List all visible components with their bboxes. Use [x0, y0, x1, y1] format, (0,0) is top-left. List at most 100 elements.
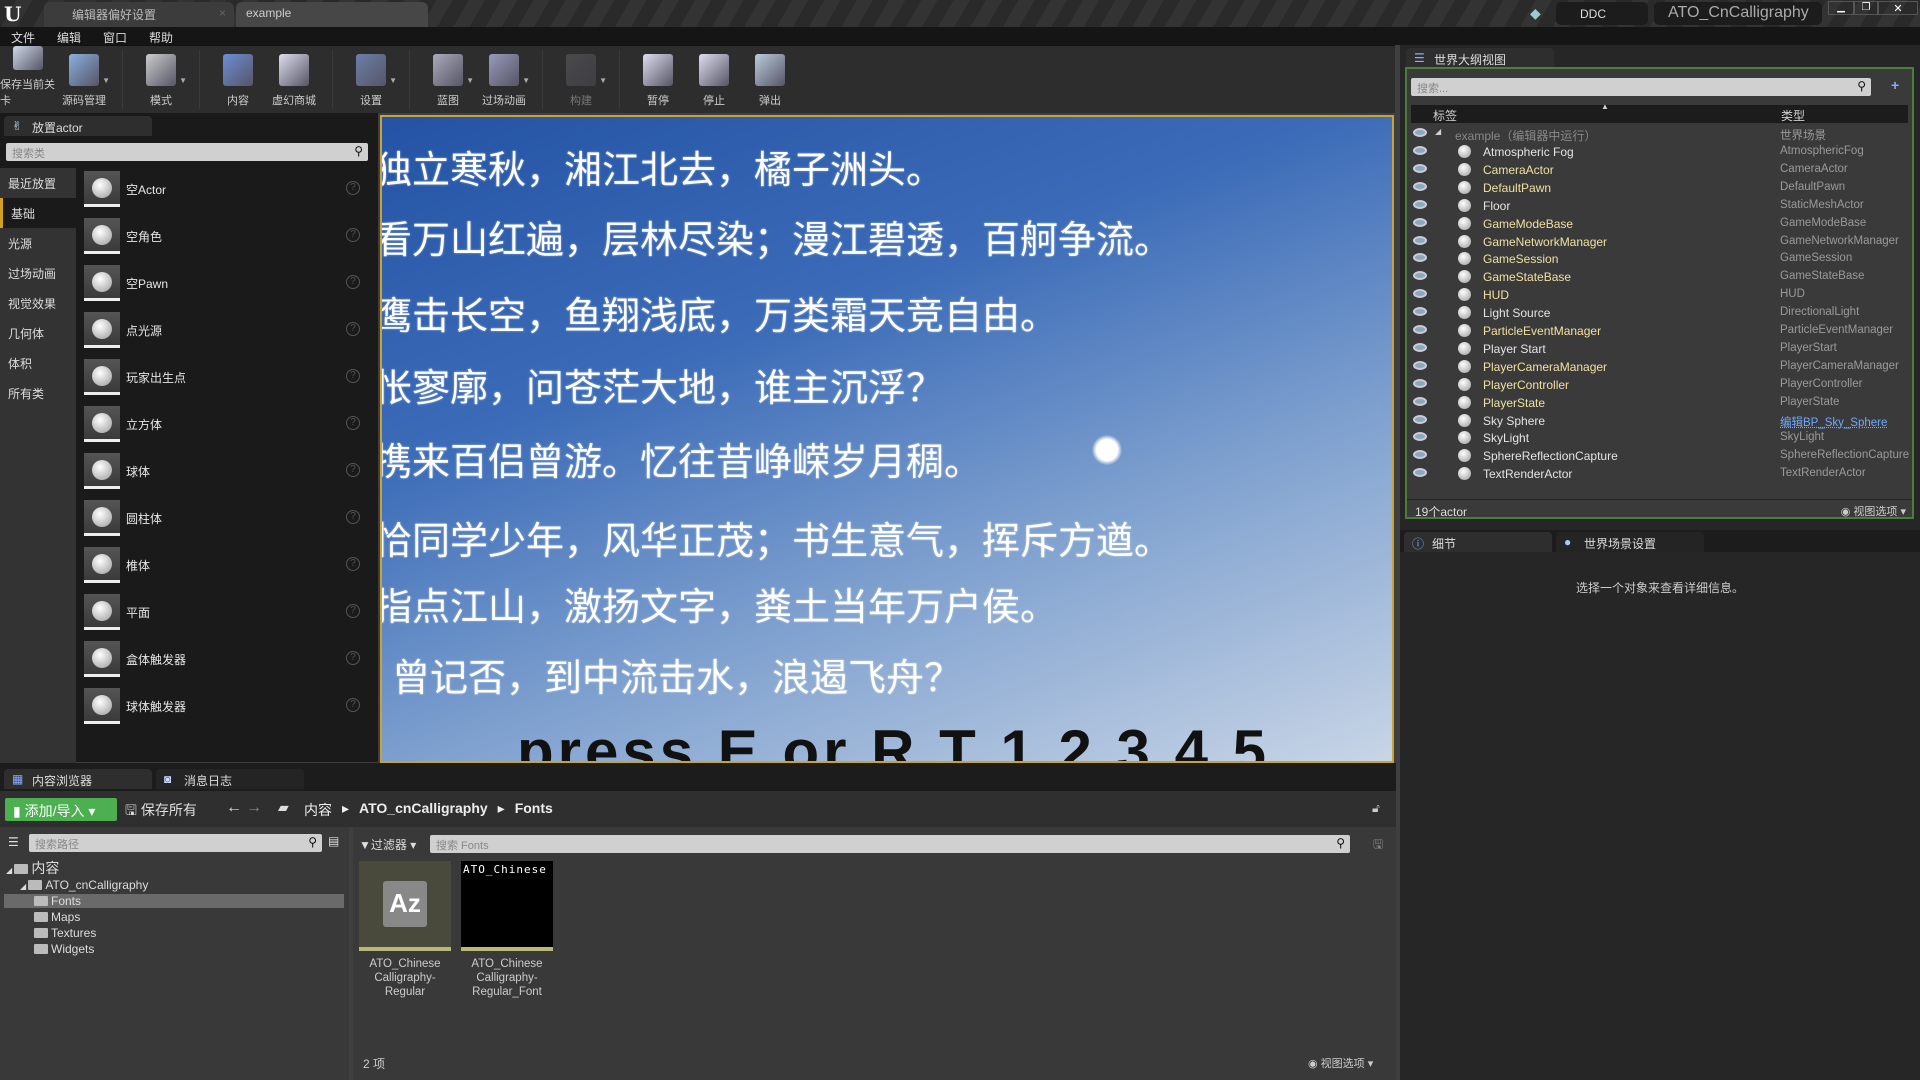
folder-fonts[interactable]: Fonts [4, 894, 344, 908]
visibility-eye-icon[interactable] [1413, 396, 1427, 406]
category-1[interactable]: 基础 [0, 198, 76, 228]
asset-thumbnail[interactable]: ATO_Chinese [461, 861, 553, 951]
chevron-down-icon[interactable]: ▼ [599, 76, 607, 85]
asset-thumbnail[interactable]: Az [359, 861, 451, 951]
marketplace-button[interactable]: 虚幻商城 [266, 46, 322, 114]
visibility-eye-icon[interactable] [1413, 414, 1427, 424]
visibility-eye-icon[interactable] [1413, 468, 1427, 478]
lock-icon[interactable]: 🔓︎ [1372, 801, 1380, 816]
outliner-row[interactable]: Sky Sphere 编辑BP_Sky_Sphere [1407, 412, 1912, 430]
blueprint-button[interactable]: 蓝图 ▼ [420, 46, 476, 114]
visibility-eye-icon[interactable] [1413, 289, 1427, 299]
actor-item[interactable]: 空Pawn? [76, 263, 370, 309]
expand-arrow-icon[interactable]: ◢ [20, 882, 28, 891]
visibility-eye-icon[interactable] [1413, 146, 1427, 155]
visibility-eye-icon[interactable] [1413, 325, 1427, 334]
forward-button[interactable]: → [246, 799, 262, 817]
save-search-icon[interactable]: 🖫 [1373, 835, 1383, 856]
tab-world-outliner[interactable]: ☰ 世界大纲视图 [1406, 48, 1554, 68]
breadcrumb-content[interactable]: 内容 [304, 800, 332, 820]
folder-widgets[interactable]: Widgets [34, 942, 94, 956]
outliner-row[interactable]: SkyLight SkyLight [1407, 429, 1912, 447]
folder-ato_cncalligraphy[interactable]: ◢ ATO_cnCalligraphy [20, 878, 148, 892]
folder-maps[interactable]: Maps [34, 910, 80, 924]
category-5[interactable]: 几何体 [0, 318, 76, 348]
outliner-row[interactable]: Floor StaticMeshActor [1407, 197, 1912, 215]
outliner-row[interactable]: PlayerCameraManager PlayerCameraManager [1407, 358, 1912, 376]
chevron-down-icon[interactable]: ▼ [466, 76, 474, 85]
view-options-button[interactable]: ◉ 视图选项 ▾ [1841, 503, 1906, 519]
actor-item[interactable]: 空Actor? [76, 169, 370, 215]
minimize-button[interactable]: ▁ [1828, 1, 1854, 15]
help-icon[interactable]: ? [346, 463, 360, 477]
modes-button[interactable]: 模式 ▼ [133, 46, 189, 114]
outliner-row[interactable]: GameSession GameSession [1407, 250, 1912, 268]
column-label[interactable]: 标签 [1433, 107, 1457, 124]
help-icon[interactable]: ? [346, 557, 360, 571]
cinematics-button[interactable]: 过场动画 ▼ [476, 46, 532, 114]
outliner-row[interactable]: GameNetworkManager GameNetworkManager [1407, 233, 1912, 251]
menu-edit[interactable]: 编辑 [46, 27, 92, 45]
tab-details[interactable]: ⓘ 细节 [1404, 532, 1552, 552]
tab-content-browser[interactable]: ▦ 内容浏览器 [4, 769, 152, 789]
build-button[interactable]: 构建 ▼ [553, 46, 609, 114]
stop-button[interactable]: 停止 [686, 46, 742, 114]
visibility-eye-icon[interactable] [1413, 271, 1427, 281]
level-viewport[interactable]: 独立寒秋，湘江北去，橘子洲头。 看万山红遍，层林尽染；漫江碧透，百舸争流。 鹰击长空… [380, 115, 1394, 763]
chevron-down-icon[interactable]: ▼ [179, 76, 187, 85]
actor-item[interactable]: 玩家出生点? [76, 357, 370, 403]
settings-button[interactable]: 设置 ▼ [343, 46, 399, 114]
outliner-row[interactable]: DefaultPawn DefaultPawn [1407, 179, 1912, 197]
filter-button[interactable]: ▼过滤器 ▾ [359, 836, 416, 853]
outliner-row[interactable]: GameStateBase GameStateBase [1407, 268, 1912, 286]
actor-item[interactable]: 球体触发器? [76, 686, 370, 732]
add-filter-icon[interactable]: + [1891, 77, 1899, 93]
tab-editor-preferences[interactable]: 编辑器偏好设置 × [44, 2, 234, 27]
outliner-row[interactable]: HUD HUD [1407, 286, 1912, 304]
actor-item[interactable]: 椎体? [76, 545, 370, 591]
actor-item[interactable]: 球体? [76, 451, 370, 497]
chevron-right-icon[interactable]: ▸ [342, 800, 349, 820]
tab-place-actors[interactable]: ✌ 放置actor [4, 116, 152, 136]
actor-item[interactable]: 圆柱体? [76, 498, 370, 544]
outliner-row[interactable]: TextRenderActor TextRenderActor [1407, 465, 1912, 483]
menu-file[interactable]: 文件 [0, 27, 46, 45]
back-button[interactable]: ← [226, 799, 242, 817]
outliner-row-root[interactable]: ◢ example（编辑器中运行） 世界场景 [1407, 125, 1912, 143]
expand-arrow-icon[interactable]: ◢ [6, 866, 14, 875]
tab-example[interactable]: example [236, 2, 428, 27]
visibility-eye-icon[interactable] [1413, 235, 1427, 245]
category-6[interactable]: 体积 [0, 348, 76, 378]
outliner-row[interactable]: ParticleEventManager ParticleEventManager [1407, 322, 1912, 340]
category-2[interactable]: 光源 [0, 228, 76, 258]
eject-button[interactable]: 弹出 [742, 46, 798, 114]
chevron-right-icon[interactable]: ▸ [498, 800, 505, 820]
visibility-eye-icon[interactable] [1413, 307, 1427, 317]
help-icon[interactable]: ? [346, 322, 360, 336]
category-0[interactable]: 最近放置 [0, 168, 76, 198]
help-icon[interactable]: ? [346, 275, 360, 289]
folder-textures[interactable]: Textures [34, 926, 96, 940]
visibility-eye-icon[interactable] [1413, 217, 1427, 227]
source-control-button[interactable]: 源码管理 ▼ [56, 46, 112, 114]
chevron-down-icon[interactable]: ▼ [522, 76, 530, 85]
help-icon[interactable]: ? [346, 181, 360, 195]
actor-item[interactable]: 空角色? [76, 216, 370, 262]
category-7[interactable]: 所有类 [0, 378, 76, 408]
view-options-button[interactable]: ◉ 视图选项 ▾ [1308, 1055, 1373, 1071]
help-icon[interactable]: ? [346, 228, 360, 242]
help-icon[interactable]: ? [346, 651, 360, 665]
maximize-button[interactable]: ❐ [1854, 1, 1878, 15]
folder-内容[interactable]: ◢ 内容 [6, 858, 59, 878]
toggle-sources-icon[interactable]: ☰ [8, 835, 19, 849]
outliner-row[interactable]: GameModeBase GameModeBase [1407, 215, 1912, 233]
visibility-eye-icon[interactable] [1413, 450, 1427, 460]
tab-world-settings[interactable]: ● 世界场景设置 [1556, 532, 1704, 552]
ddc-button[interactable]: DDC [1556, 2, 1648, 25]
list-view-icon[interactable]: ▤ [328, 834, 339, 848]
menu-help[interactable]: 帮助 [138, 27, 184, 45]
outliner-row[interactable]: Light Source DirectionalLight [1407, 304, 1912, 322]
learn-icon[interactable]: ◆ [1530, 5, 1541, 22]
help-icon[interactable]: ? [346, 604, 360, 618]
outliner-row[interactable]: PlayerState PlayerState [1407, 394, 1912, 412]
